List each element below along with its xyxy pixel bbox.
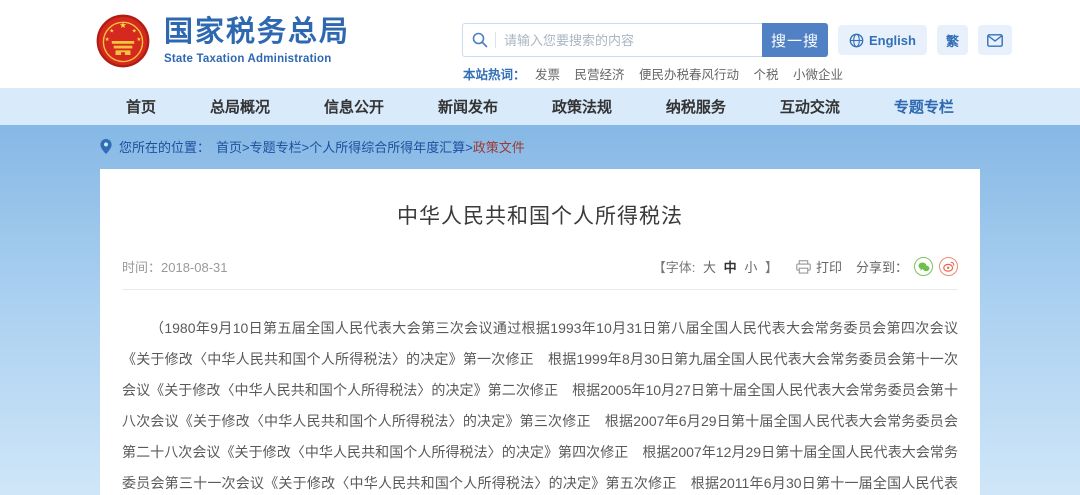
hotword-link[interactable]: 小微企业 — [793, 68, 843, 82]
nav-item-home[interactable]: 首页 — [126, 96, 156, 117]
hotword-link[interactable]: 民营经济 — [575, 68, 625, 82]
site-header: ★ ★ ★ ★ ★ 国家税务总局 State Taxation Administ… — [0, 0, 1080, 88]
font-size-large-button[interactable]: 大 — [703, 260, 716, 275]
weibo-icon — [943, 261, 955, 272]
breadcrumb: 您所在的位置： 首页>专题专栏>个人所得综合所得年度汇算> 政策文件 — [100, 125, 980, 156]
nav-item-overview[interactable]: 总局概况 — [210, 96, 270, 117]
share-weibo-button[interactable] — [939, 257, 958, 276]
location-pin-icon — [100, 139, 112, 154]
font-size-small-button[interactable]: 小 — [744, 260, 757, 275]
nav-item-policies[interactable]: 政策法规 — [552, 96, 612, 117]
nav-item-info-disclosure[interactable]: 信息公开 — [324, 96, 384, 117]
font-size-medium-button[interactable]: 中 — [724, 260, 737, 275]
svg-text:★: ★ — [109, 28, 114, 35]
share-label: 分享到： — [856, 257, 908, 276]
font-control-prefix: 【字体: — [653, 260, 696, 275]
date-label: 时间： — [122, 260, 161, 275]
hotword-link[interactable]: 个税 — [754, 68, 779, 82]
hotword-link[interactable]: 发票 — [535, 68, 560, 82]
search-area: 搜一搜 English 繁 — [462, 23, 1012, 57]
hotwords-label: 本站热词： — [463, 68, 526, 82]
nav-item-special-topics[interactable]: 专题专栏 — [894, 96, 954, 117]
wechat-icon — [918, 262, 930, 272]
article-toolbar: 【字体: 大 中 小 】 打印 分享到： — [651, 257, 958, 276]
search-divider — [495, 32, 496, 48]
breadcrumb-trail[interactable]: 首页>专题专栏>个人所得综合所得年度汇算> — [216, 137, 473, 156]
search-button[interactable]: 搜一搜 — [762, 23, 828, 57]
nav-item-tax-services[interactable]: 纳税服务 — [666, 96, 726, 117]
breadcrumb-prefix: 您所在的位置： — [119, 137, 210, 156]
article-title: 中华人民共和国个人所得税法 — [122, 169, 958, 230]
print-label: 打印 — [816, 257, 842, 276]
share-wechat-button[interactable] — [914, 257, 933, 276]
breadcrumb-current[interactable]: 政策文件 — [473, 137, 525, 156]
font-control-suffix: 】 — [765, 260, 778, 275]
nav-item-news[interactable]: 新闻发布 — [438, 96, 498, 117]
article-card: 中华人民共和国个人所得税法 时间：2018-08-31 【字体: 大 中 小 】 — [100, 169, 980, 495]
nav-item-interaction[interactable]: 互动交流 — [780, 96, 840, 117]
article-body: （1980年9月10日第五届全国人民代表大会第三次会议通过根据1993年10月3… — [122, 313, 958, 495]
search-input[interactable] — [504, 33, 753, 48]
search-box[interactable] — [462, 23, 762, 57]
site-title: 国家税务总局 — [164, 17, 350, 49]
print-button[interactable]: 打印 — [796, 257, 842, 276]
svg-text:★: ★ — [136, 36, 141, 43]
main-nav: 首页 总局概况 信息公开 新闻发布 政策法规 纳税服务 互动交流 专题专栏 — [0, 88, 1080, 125]
main-content-area: 您所在的位置： 首页>专题专栏>个人所得综合所得年度汇算> 政策文件 中华人民共… — [0, 125, 1080, 495]
site-logo[interactable]: ★ ★ ★ ★ ★ 国家税务总局 State Taxation Administ… — [95, 13, 350, 69]
svg-text:★: ★ — [132, 28, 137, 35]
site-subtitle: State Taxation Administration — [164, 53, 350, 65]
english-label: English — [869, 33, 916, 48]
national-emblem-icon: ★ ★ ★ ★ ★ — [95, 13, 151, 69]
hotword-link[interactable]: 便民办税春风行动 — [639, 68, 739, 82]
english-button[interactable]: English — [838, 25, 927, 55]
printer-icon — [796, 260, 811, 274]
mail-button[interactable] — [978, 25, 1012, 55]
search-icon — [472, 32, 488, 48]
nav-inner: 首页 总局概况 信息公开 新闻发布 政策法规 纳税服务 互动交流 专题专栏 — [100, 88, 980, 125]
article-meta-row: 时间：2018-08-31 【字体: 大 中 小 】 打印 — [122, 257, 958, 290]
date-value: 2018-08-31 — [161, 260, 228, 275]
article-date: 时间：2018-08-31 — [122, 257, 228, 276]
svg-text:★: ★ — [119, 20, 127, 30]
svg-text:★: ★ — [105, 36, 110, 43]
font-size-control: 【字体: 大 中 小 】 — [651, 257, 780, 276]
brand-text: 国家税务总局 State Taxation Administration — [164, 13, 350, 65]
hotwords-bar: 本站热词： 发票 民营经济 便民办税春风行动 个税 小微企业 — [463, 64, 854, 83]
traditional-chinese-button[interactable]: 繁 — [937, 25, 968, 55]
mail-icon — [987, 34, 1003, 47]
globe-icon — [849, 33, 864, 48]
